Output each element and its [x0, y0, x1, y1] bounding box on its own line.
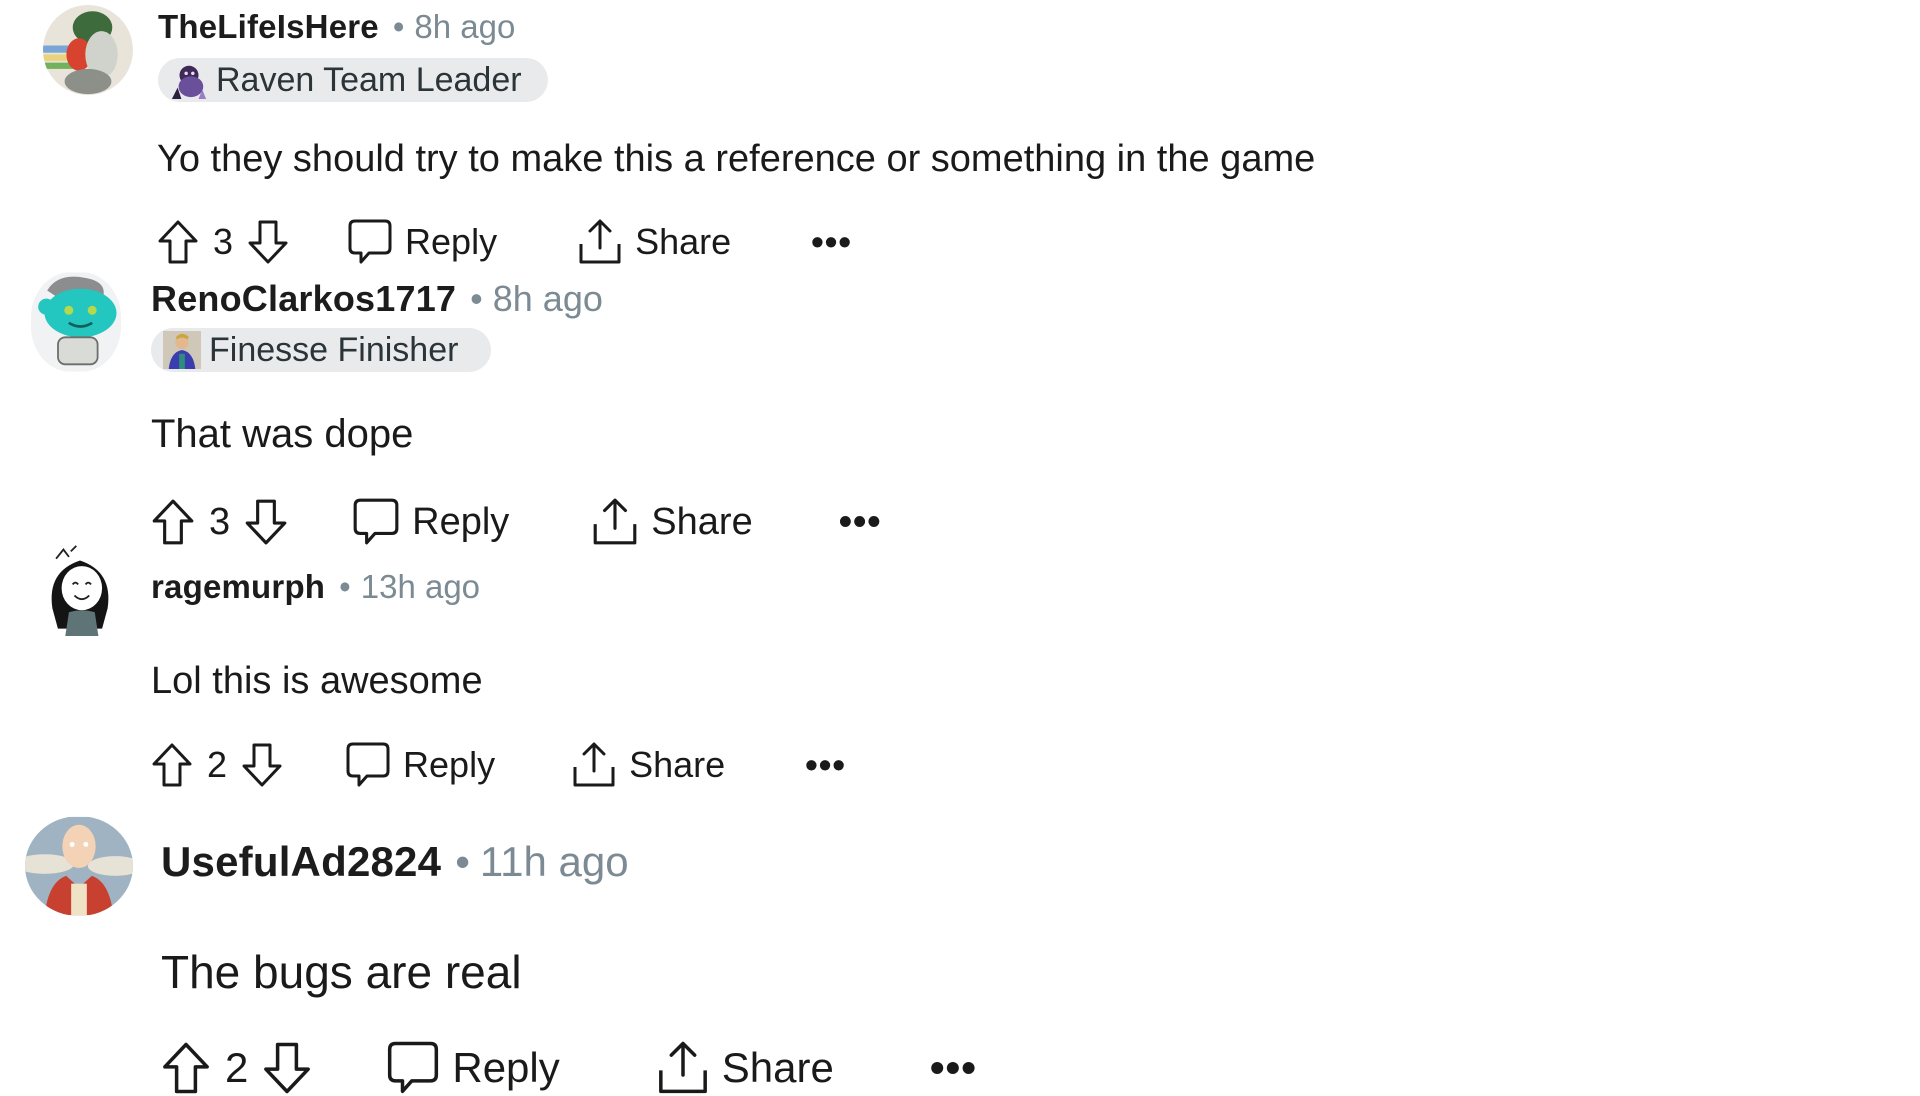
more-options-button[interactable]: •••: [930, 1044, 977, 1092]
comment-body: The bugs are real: [161, 946, 522, 998]
user-avatar[interactable]: [31, 272, 121, 372]
reply-label: Reply: [403, 744, 496, 785]
user-flair: Raven Team Leader: [158, 58, 548, 102]
flair-text: Finesse Finisher: [209, 330, 459, 369]
timestamp[interactable]: 8h ago: [414, 8, 515, 46]
meta-separator: •: [392, 8, 405, 45]
share-label: Share: [721, 1044, 834, 1091]
vote-count: 3: [213, 221, 234, 262]
reply-button[interactable]: Reply: [386, 1040, 560, 1096]
comment-meta: RenoClarkos1717 • 8h ago: [151, 278, 603, 320]
share-button[interactable]: Share: [591, 497, 753, 547]
meta-separator: •: [470, 278, 483, 319]
comment-body: Yo they should try to make this a refere…: [157, 138, 1316, 180]
reply-button[interactable]: Reply: [347, 218, 497, 266]
share-label: Share: [629, 744, 726, 785]
vote-count: 2: [225, 1044, 249, 1091]
share-icon: [577, 218, 623, 266]
comment-meta: UsefulAd2824 • 11h ago: [161, 838, 629, 886]
downvote-icon[interactable]: [247, 219, 289, 265]
reply-button[interactable]: Reply: [345, 741, 495, 789]
reply-label: Reply: [412, 500, 510, 543]
more-options-button[interactable]: •••: [805, 744, 846, 786]
user-avatar[interactable]: [43, 544, 117, 636]
share-icon: [656, 1040, 710, 1096]
comment-actions: 3 Reply Share •••: [151, 497, 882, 547]
more-options-button[interactable]: •••: [839, 501, 882, 544]
comment-meta: TheLifeIsHere • 8h ago: [158, 8, 515, 46]
reply-label: Reply: [452, 1044, 560, 1091]
reply-button[interactable]: Reply: [352, 497, 509, 547]
comment-body: That was dope: [151, 412, 414, 456]
share-label: Share: [635, 221, 732, 262]
user-avatar[interactable]: [43, 4, 133, 96]
avatar-snoo-icon: [31, 272, 121, 372]
more-options-button[interactable]: •••: [811, 221, 852, 263]
reply-bubble-icon: [345, 741, 391, 789]
share-icon: [591, 497, 639, 547]
upvote-icon[interactable]: [157, 219, 199, 265]
vote-count: 2: [207, 744, 228, 785]
timestamp[interactable]: 13h ago: [361, 568, 480, 606]
reply-label: Reply: [405, 221, 498, 262]
timestamp[interactable]: 11h ago: [480, 838, 629, 886]
comment-meta: ragemurph • 13h ago: [151, 568, 480, 606]
comment-actions: 3 Reply Share •••: [157, 218, 852, 266]
upvote-icon[interactable]: [151, 498, 195, 546]
share-button[interactable]: Share: [577, 218, 731, 266]
downvote-icon[interactable]: [244, 498, 288, 546]
upvote-icon[interactable]: [161, 1041, 211, 1095]
user-flair: Finesse Finisher: [151, 328, 491, 372]
share-button[interactable]: Share: [571, 741, 725, 789]
timestamp[interactable]: 8h ago: [493, 278, 603, 320]
avatar-image-icon: [43, 5, 133, 95]
vote-count: 3: [209, 500, 231, 543]
comment-actions: 2 Reply Share •••: [151, 741, 846, 789]
reply-bubble-icon: [352, 497, 400, 547]
comment-body: Lol this is awesome: [151, 660, 483, 702]
share-icon: [571, 741, 617, 789]
meta-separator: •: [455, 838, 470, 885]
avatar-cartoon-girl-icon: [43, 544, 117, 636]
username-link[interactable]: TheLifeIsHere: [158, 8, 379, 46]
username-link[interactable]: RenoClarkos1717: [151, 278, 456, 320]
flair-player-icon: [163, 331, 201, 369]
meta-separator: •: [339, 568, 351, 605]
flair-text: Raven Team Leader: [216, 60, 522, 99]
flair-raven-icon: [171, 65, 207, 99]
reply-bubble-icon: [386, 1040, 440, 1096]
share-button[interactable]: Share: [656, 1040, 834, 1096]
username-link[interactable]: ragemurph: [151, 568, 325, 606]
reply-bubble-icon: [347, 218, 393, 266]
share-label: Share: [651, 500, 753, 543]
user-avatar[interactable]: [25, 816, 133, 916]
downvote-icon[interactable]: [241, 742, 283, 788]
username-link[interactable]: UsefulAd2824: [161, 838, 441, 886]
comment-actions: 2 Reply Share •••: [161, 1040, 977, 1096]
avatar-bald-hero-icon: [25, 816, 133, 916]
downvote-icon[interactable]: [262, 1041, 312, 1095]
upvote-icon[interactable]: [151, 742, 193, 788]
